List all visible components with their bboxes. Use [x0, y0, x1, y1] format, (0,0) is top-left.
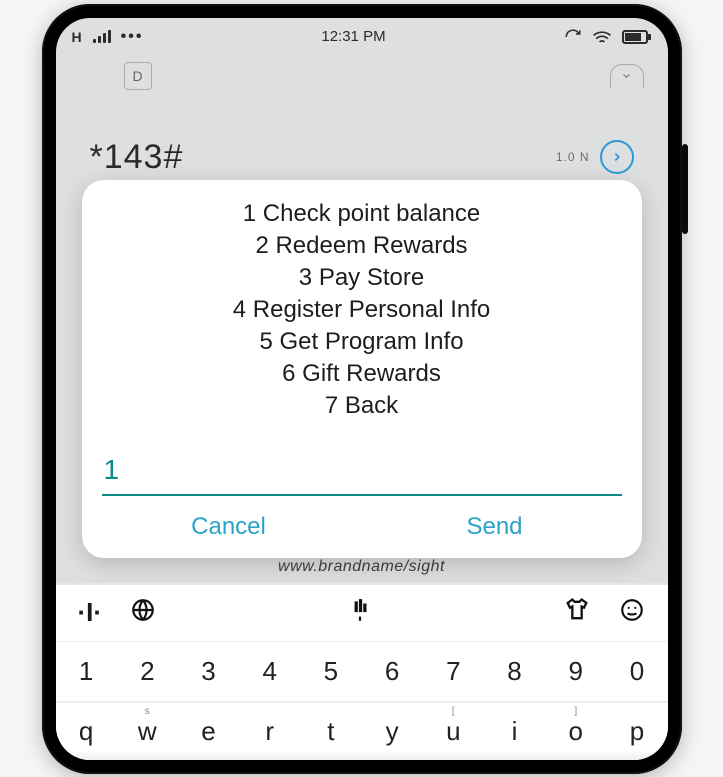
ussd-menu-item: 7 Back [106, 390, 618, 422]
key-8[interactable]: 8 [484, 641, 545, 701]
phone-frame: H ••• 12:31 PM [42, 4, 682, 774]
dial-go-button[interactable] [600, 140, 634, 174]
background-hint-text: www.brandname/sight [56, 558, 668, 576]
phone-screen: H ••• 12:31 PM [56, 18, 668, 760]
phone-side-button [682, 144, 688, 234]
tab-button[interactable]: D [124, 62, 152, 90]
carrier-label: H [72, 29, 83, 45]
dial-meta: 1.0 N [556, 150, 590, 164]
emoji-icon[interactable] [619, 597, 645, 628]
key-7[interactable]: 7 [423, 641, 484, 701]
clock: 12:31 PM [321, 28, 385, 45]
key-1[interactable]: 1 [56, 641, 117, 701]
ussd-menu-item: 5 Get Program Info [106, 326, 618, 358]
dialed-code-row: *143# 1.0 N [56, 138, 668, 177]
status-bar: H ••• 12:31 PM [56, 18, 668, 56]
ussd-menu-item: 6 Gift Rewards [106, 358, 618, 390]
soft-keyboard: ·I· [56, 583, 668, 760]
sync-icon [564, 28, 582, 46]
keyboard-toolbar: ·I· [56, 585, 668, 641]
cancel-button[interactable]: Cancel [96, 501, 362, 553]
key-5[interactable]: 5 [300, 641, 361, 701]
key-2[interactable]: 2 [117, 641, 178, 701]
send-button[interactable]: Send [362, 501, 628, 553]
key-9[interactable]: 9 [545, 641, 606, 701]
shirt-icon[interactable] [563, 597, 591, 628]
key-6[interactable]: 6 [362, 641, 423, 701]
keyboard-number-row: 1234567890 [56, 641, 668, 701]
wifi-icon [592, 29, 612, 45]
more-indicator: ••• [121, 28, 144, 46]
signal-icon [93, 30, 111, 43]
text-cursor-icon[interactable]: ·I· [78, 597, 103, 628]
key-4[interactable]: 4 [239, 641, 300, 701]
key-0[interactable]: 0 [606, 641, 667, 701]
ussd-menu-item: 4 Register Personal Info [106, 294, 618, 326]
key-3[interactable]: 3 [178, 641, 239, 701]
dropdown-toggle[interactable] [610, 64, 644, 88]
ussd-input[interactable] [102, 450, 622, 496]
ussd-menu-item: 1 Check point balance [106, 198, 618, 230]
app-subbar: D [56, 56, 668, 96]
ussd-menu-item: 2 Redeem Rewards [106, 230, 618, 262]
ussd-dialog: 1 Check point balance 2 Redeem Rewards 3… [82, 180, 642, 558]
ussd-menu: 1 Check point balance 2 Redeem Rewards 3… [96, 198, 628, 426]
globe-icon[interactable] [130, 597, 156, 628]
battery-icon [622, 29, 652, 45]
ussd-code: *143# [90, 138, 184, 177]
ussd-menu-item: 3 Pay Store [106, 262, 618, 294]
mic-input-icon[interactable] [347, 597, 373, 628]
